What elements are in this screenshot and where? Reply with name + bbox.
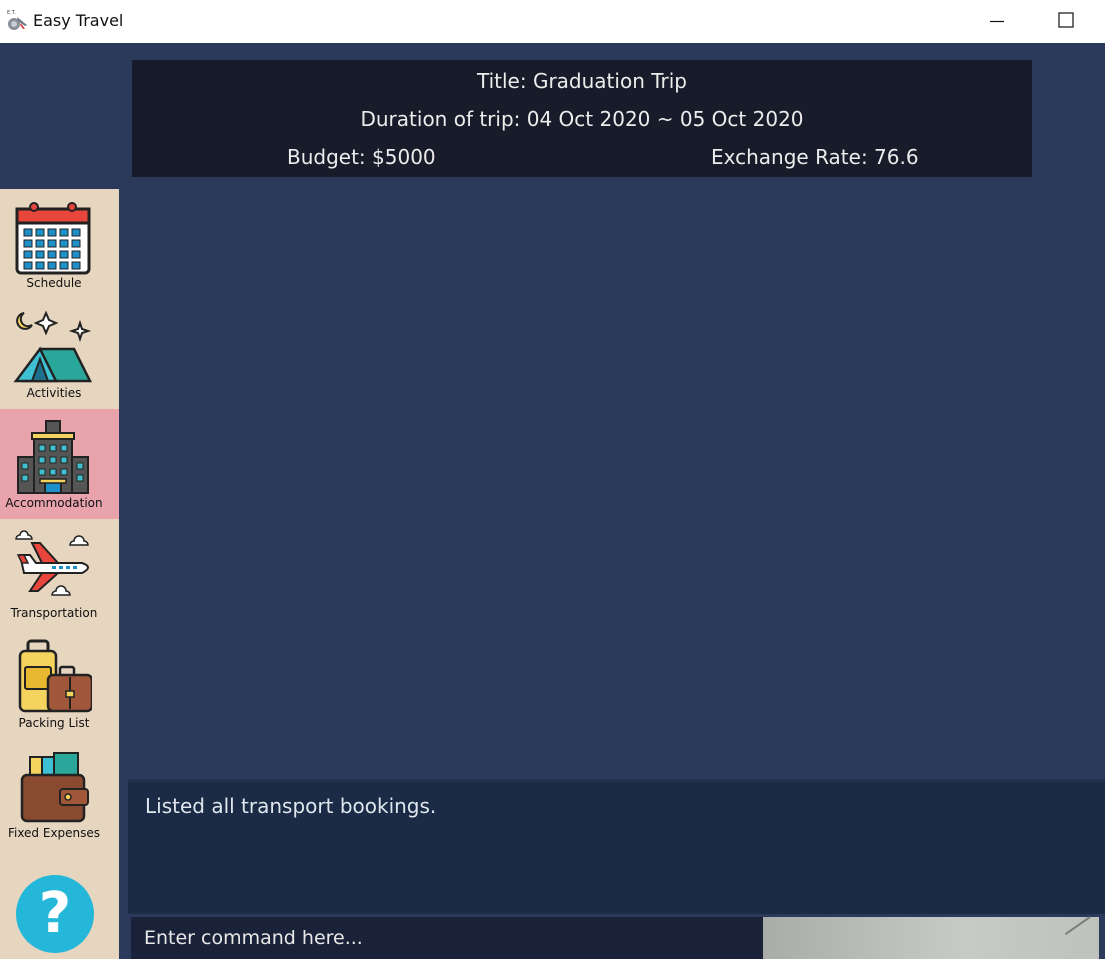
sidebar-item-activities[interactable]: Activities <box>0 299 119 409</box>
app-main: Title: Graduation Trip Duration of trip:… <box>0 43 1105 959</box>
trip-budget: Budget: $5000 <box>287 145 436 169</box>
sidebar-item-label: Accommodation <box>5 496 103 510</box>
sidebar-item-label: Packing List <box>18 716 90 730</box>
luggage-icon <box>18 639 92 713</box>
trip-info-panel: Title: Graduation Trip Duration of trip:… <box>132 60 1032 177</box>
background-streak <box>1064 916 1091 936</box>
sidebar-item-label: Schedule <box>26 276 82 290</box>
tent-icon <box>13 310 92 383</box>
result-display: Listed all transport bookings. <box>128 779 1105 914</box>
sidebar-item-packing-list[interactable]: Packing List <box>0 629 119 739</box>
command-box <box>128 914 1105 959</box>
minimize-button[interactable] <box>973 0 1019 43</box>
sidebar-item-fixed-expenses[interactable]: Fixed Expenses <box>0 739 119 849</box>
airplane-icon <box>15 530 89 596</box>
sidebar-item-accommodation[interactable]: Accommodation <box>0 409 119 519</box>
svg-text:E.T.: E.T. <box>7 10 16 16</box>
window-title: Easy Travel <box>33 11 124 30</box>
window-title-bar: E.T. Easy Travel <box>0 0 1105 43</box>
sidebar-item-label: Fixed Expenses <box>7 826 101 840</box>
command-input[interactable] <box>131 917 763 959</box>
sidebar-item-schedule[interactable]: Schedule <box>0 189 119 299</box>
maximize-icon <box>1058 12 1074 28</box>
command-box-background-image <box>763 916 1099 959</box>
sidebar-item-label: Transportation <box>10 606 98 620</box>
sidebar: Schedule Activities Accommodation Transp… <box>0 189 119 959</box>
result-message: Listed all transport bookings. <box>145 794 437 818</box>
maximize-button[interactable] <box>1042 0 1088 43</box>
minimize-icon <box>990 20 1004 23</box>
help-button[interactable]: ? <box>16 875 94 953</box>
sidebar-item-transportation[interactable]: Transportation <box>0 519 119 629</box>
easy-travel-logo-icon: E.T. <box>7 10 27 30</box>
help-icon: ? <box>38 881 72 946</box>
trip-exchange-rate: Exchange Rate: 76.6 <box>711 145 919 169</box>
hotel-icon <box>17 420 89 494</box>
wallet-icon <box>20 752 89 823</box>
calendar-icon <box>15 202 91 275</box>
trip-title: Title: Graduation Trip <box>477 69 687 93</box>
sidebar-item-label: Activities <box>26 386 82 400</box>
trip-duration: Duration of trip: 04 Oct 2020 ~ 05 Oct 2… <box>360 107 804 131</box>
